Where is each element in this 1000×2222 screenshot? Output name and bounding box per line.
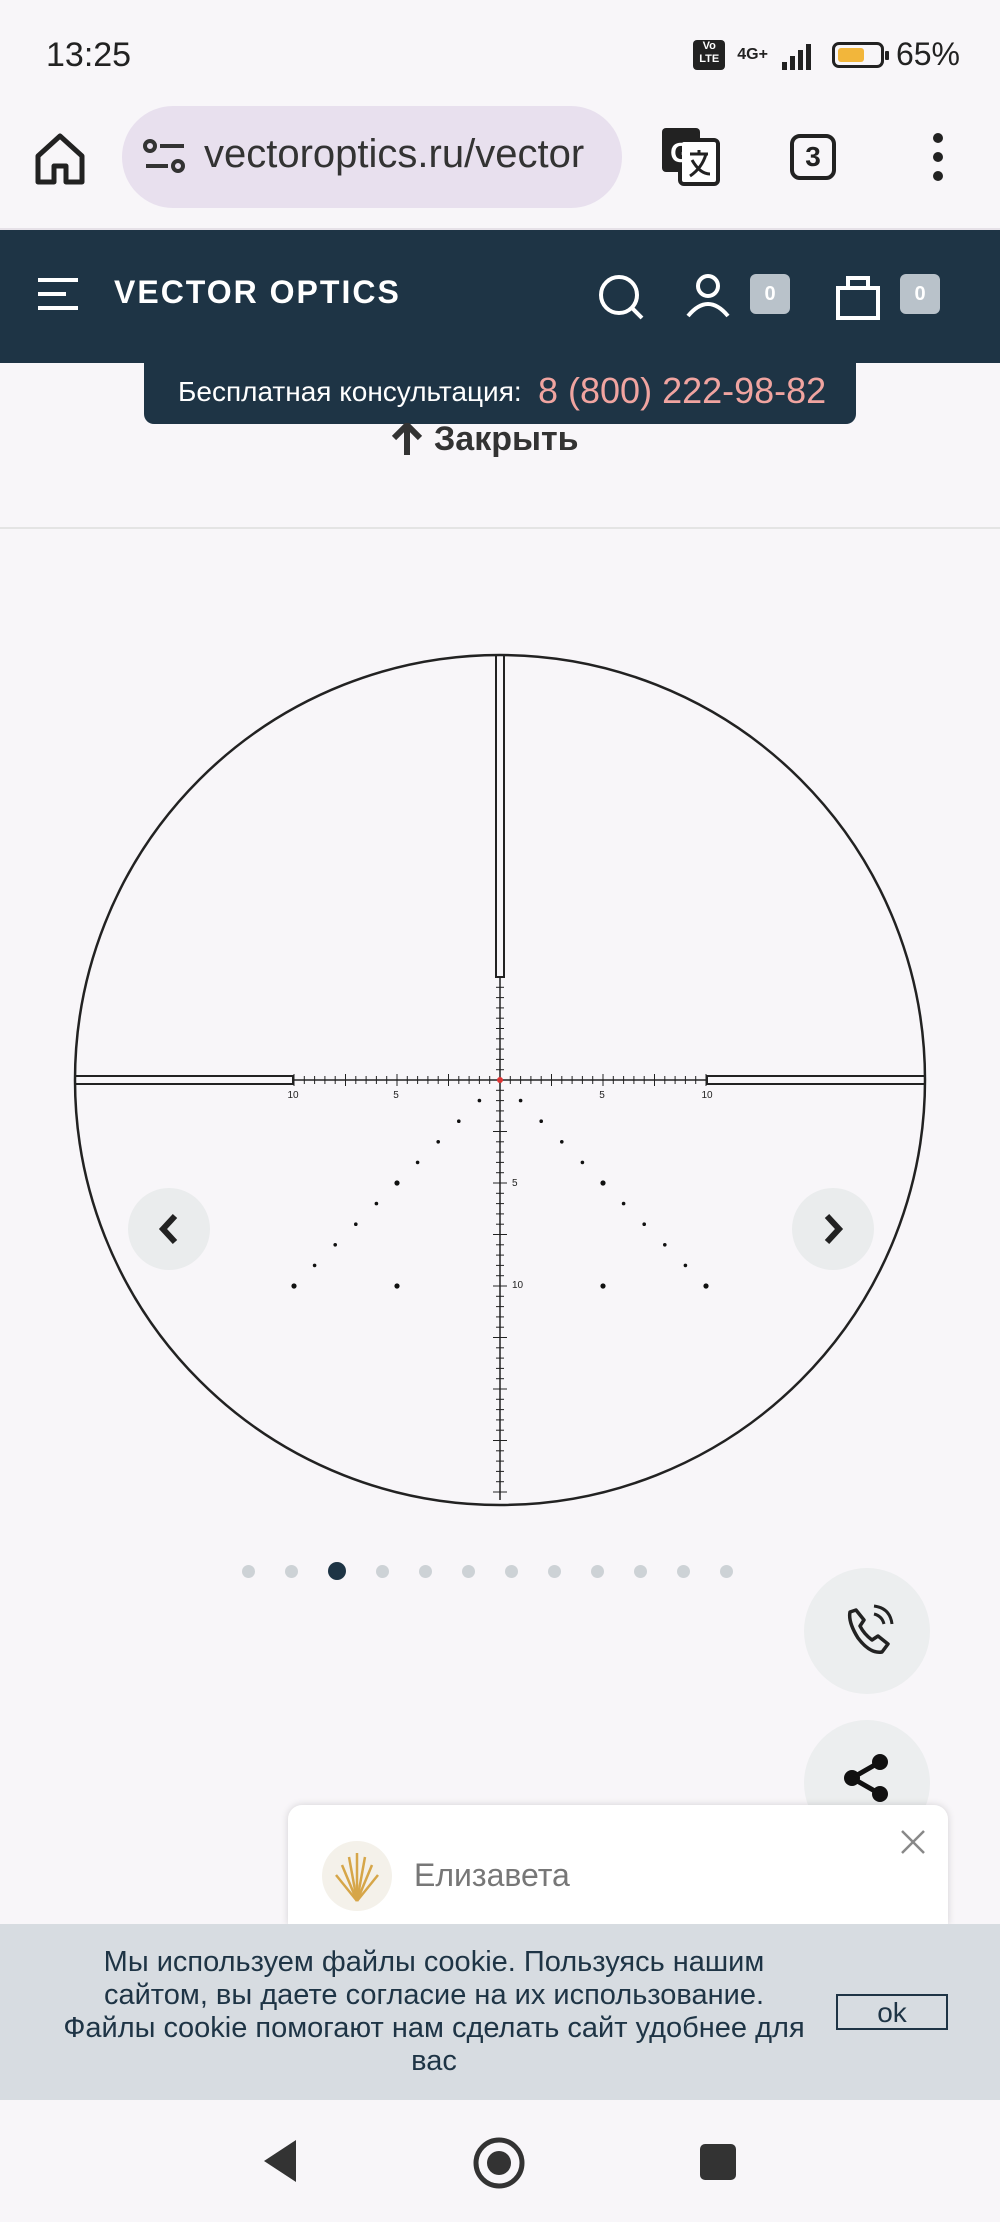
url-text: vectoroptics.ru/vector [204, 132, 585, 176]
reticle-dot [333, 1243, 338, 1247]
consultation-label: Бесплатная консультация: [178, 376, 522, 407]
gallery-dot[interactable] [419, 1564, 432, 1578]
reticle-right-post [706, 1075, 926, 1085]
back-icon[interactable] [260, 2138, 300, 2184]
close-label: Закрыть [434, 420, 579, 458]
recents-icon[interactable] [698, 2142, 738, 2182]
reticle-dot [663, 1243, 667, 1247]
reticle-label-left-10: 10 [287, 1090, 299, 1101]
gallery-dot[interactable] [285, 1564, 298, 1578]
address-bar[interactable]: vectoroptics.ru/vector [122, 106, 622, 208]
more-options-icon[interactable] [920, 130, 956, 184]
divider [0, 527, 1000, 529]
cart-badge: 0 [900, 274, 940, 314]
reticle-dot [703, 1283, 709, 1289]
status-time: 13:25 [46, 36, 132, 74]
tabs-button[interactable]: 3 [790, 134, 836, 180]
chat-avatar [322, 1841, 392, 1911]
home-circle-icon[interactable] [472, 2136, 526, 2190]
status-bar: 13:25 Vo LTE 4G+ 65% [0, 0, 1000, 100]
close-icon[interactable] [898, 1827, 928, 1857]
reticle-dot [394, 1180, 400, 1186]
reticle-dot [621, 1201, 626, 1206]
chat-agent-name: Елизавета [414, 1857, 570, 1893]
reticle-dot [600, 1283, 606, 1289]
chat-widget[interactable]: Елизавета [288, 1805, 948, 1925]
reticle-dot [600, 1180, 606, 1186]
chevron-left-icon [158, 1213, 178, 1245]
network-type: 4G+ [737, 45, 768, 63]
account-icon[interactable] [684, 272, 732, 320]
reticle-dot [394, 1283, 400, 1289]
gallery-dot[interactable] [462, 1564, 475, 1578]
reticle-dot [291, 1283, 297, 1289]
gallery-dot[interactable] [505, 1564, 518, 1578]
battery-icon [831, 41, 889, 68]
system-nav-bar [0, 2100, 1000, 2222]
reticle-label-down-5: 5 [512, 1178, 518, 1189]
site-logo[interactable]: VECTOR OPTICS [114, 274, 401, 311]
cookie-banner: Мы используем файлы cookie. Пользуясь на… [0, 1924, 1000, 2100]
reticle-left-post [74, 1075, 294, 1085]
gallery-dot[interactable] [677, 1564, 690, 1578]
gallery-dot[interactable] [242, 1564, 255, 1578]
account-badge: 0 [750, 274, 790, 314]
reticle-dot [312, 1263, 317, 1268]
consultation-banner: Бесплатная консультация: 8 (800) 222-98-… [144, 362, 856, 424]
reticle-dot [539, 1119, 543, 1123]
gallery-dot[interactable] [376, 1564, 389, 1578]
reticle-image: 10 5 5 10 5 10 [73, 653, 927, 1507]
signal-icon [781, 43, 811, 70]
reticle-center-dot [497, 1077, 503, 1083]
volte-icon: Vo LTE [693, 39, 726, 70]
chevron-right-icon [824, 1213, 844, 1245]
close-button[interactable]: Закрыть [390, 420, 579, 459]
reticle-dot [354, 1222, 358, 1226]
reticle-dot [560, 1140, 564, 1144]
call-button[interactable] [804, 1568, 930, 1694]
translate-icon[interactable]: G [660, 126, 720, 186]
reticle-dot [642, 1222, 646, 1226]
svg-text:G: G [670, 137, 692, 168]
reticle-dot [683, 1263, 688, 1268]
cookie-ok-button[interactable]: ok [836, 1994, 948, 2030]
site-settings-icon[interactable] [142, 136, 188, 176]
gallery-dot[interactable] [328, 1562, 346, 1580]
battery-percent: 65% [895, 36, 960, 72]
gallery-dot[interactable] [548, 1564, 561, 1578]
status-icons: Vo LTE 4G+ 65% [693, 36, 960, 73]
reticle-dot [436, 1140, 441, 1144]
consultation-phone-link[interactable]: 8 (800) 222-98-82 [538, 370, 826, 412]
gallery-pagination [242, 1562, 733, 1580]
phone-call-icon [847, 1604, 894, 1654]
home-icon[interactable] [30, 128, 90, 188]
reticle-top-post [495, 654, 505, 978]
reticle-label-down-10: 10 [512, 1280, 524, 1291]
gallery-prev-button[interactable] [128, 1188, 210, 1270]
agent-logo-icon [335, 1853, 379, 1902]
arrow-up-icon [391, 422, 423, 455]
gallery-dot[interactable] [591, 1564, 604, 1578]
reticle-dot [374, 1201, 379, 1206]
cart-icon[interactable] [834, 272, 882, 320]
reticle-dot [477, 1098, 482, 1103]
browser-toolbar: vectoroptics.ru/vector G 3 [0, 100, 1000, 230]
reticle-dot [518, 1098, 523, 1103]
reticle-dot [415, 1160, 420, 1165]
reticle-label-left-5: 5 [393, 1090, 399, 1101]
reticle-label-right-5: 5 [599, 1090, 605, 1101]
gallery-dot[interactable] [720, 1564, 733, 1578]
gallery-next-button[interactable] [792, 1188, 874, 1270]
reticle-dot [457, 1119, 461, 1123]
cookie-text: Мы используем файлы cookie. Пользуясь на… [63, 1946, 805, 2077]
search-icon[interactable] [598, 274, 646, 322]
menu-icon[interactable] [36, 274, 80, 314]
gallery-dot[interactable] [634, 1564, 647, 1578]
reticle-dot [580, 1160, 585, 1165]
site-header: VECTOR OPTICS 0 0 [0, 230, 1000, 363]
reticle-label-right-10: 10 [701, 1090, 713, 1101]
